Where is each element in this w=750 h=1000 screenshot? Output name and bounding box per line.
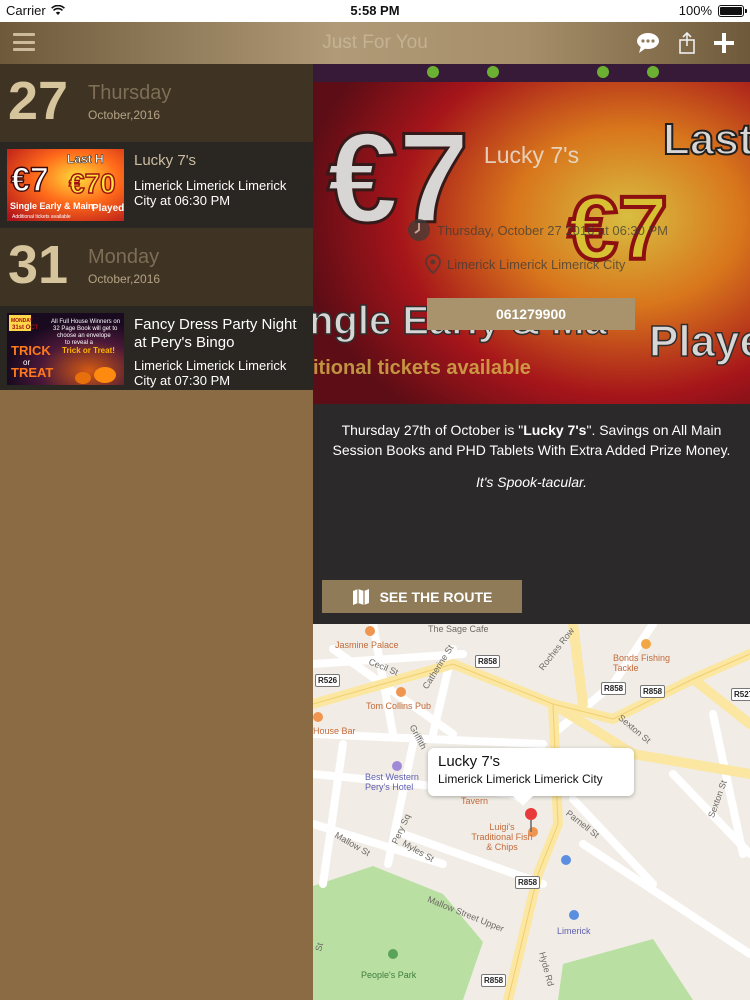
- callout-title: Lucky 7's: [438, 753, 501, 770]
- list-empty-area: [0, 390, 313, 1000]
- navigation-bar: Just For You: [0, 22, 750, 64]
- detail-datetime: Thursday, October 27 2016 at 06:30 PM: [437, 222, 669, 238]
- event-location: Limerick Limerick Limerick City at 07:30…: [134, 358, 287, 388]
- event-tagline: It's Spook-tacular.: [475, 474, 588, 490]
- event-location: Limerick Limerick Limerick City at 06:30…: [134, 178, 287, 208]
- road-shield: R858: [481, 974, 507, 987]
- map-label: House Bar: [313, 726, 356, 736]
- battery-level: [720, 6, 742, 15]
- map-icon: [352, 588, 369, 605]
- event-item[interactable]: €7 Last H €70 Single Early & Main Played…: [0, 142, 313, 228]
- road-shield: R527: [731, 688, 750, 701]
- svg-text:€70: €70: [69, 168, 116, 199]
- battery-percent: 100%: [678, 3, 712, 18]
- date-month-year: October,2016: [88, 108, 161, 122]
- svg-text:TREAT: TREAT: [11, 365, 53, 380]
- date-header: 27 Thursday October,2016: [0, 64, 313, 142]
- route-map[interactable]: The Sage Cafe Jasmine Palace Cecil St Ca…: [313, 624, 750, 1000]
- svg-text:Played: Played: [92, 203, 124, 214]
- detail-title: Lucky 7's: [483, 142, 580, 168]
- svg-text:€7: €7: [11, 161, 49, 199]
- date-day-number: 31: [8, 235, 69, 295]
- svg-text:Additional tickets available: Additional tickets available: [12, 214, 71, 220]
- map-label: Luigi's Traditional Fish & Chips: [471, 822, 533, 852]
- map-label: The Sage Cafe: [428, 624, 489, 634]
- share-icon[interactable]: [672, 28, 702, 58]
- svg-text:TRICK: TRICK: [11, 343, 51, 358]
- app: Carrier 5:58 PM 100% Just For You 27 Thu…: [0, 0, 750, 1000]
- road-shield: R858: [640, 685, 666, 698]
- svg-text:Last H: Last H: [67, 152, 104, 166]
- svg-text:31st OCT: 31st OCT: [12, 325, 39, 331]
- road-shield: R858: [601, 682, 627, 695]
- map-label: Tavern: [461, 796, 489, 806]
- chat-icon[interactable]: [633, 28, 663, 58]
- svg-text:Trick or Treat!: Trick or Treat!: [62, 346, 115, 355]
- date-weekday: Monday: [88, 246, 160, 268]
- event-banner: €7 Last €7 ngle Early & Ma Playe itional…: [313, 64, 750, 404]
- clock-icon: [408, 219, 430, 241]
- map-label: People's Park: [361, 970, 417, 980]
- event-description: Thursday 27th of October is "Lucky 7's".…: [313, 420, 750, 492]
- map-label: Tom Collins Pub: [366, 701, 432, 711]
- road-shield: R858: [515, 876, 541, 889]
- map-callout[interactable]: Lucky 7's Limerick Limerick Limerick Cit…: [428, 748, 634, 796]
- svg-text:32 Page Book will get to: 32 Page Book will get to: [53, 326, 118, 332]
- svg-text:MONDAY: MONDAY: [11, 318, 33, 324]
- see-the-route-label: SEE THE ROUTE: [379, 588, 493, 605]
- date-day-number: 27: [8, 71, 69, 131]
- battery-icon: [718, 4, 747, 17]
- call-phone-button[interactable]: 061279900: [427, 298, 635, 330]
- event-detail: €7 Last €7 ngle Early & Ma Playe itional…: [313, 64, 750, 1000]
- map-label: Best Western Pery's Hotel: [365, 772, 419, 792]
- map-label: Jasmine Palace: [335, 640, 399, 650]
- status-bar: Carrier 5:58 PM 100%: [0, 0, 750, 22]
- road-shield: R526: [315, 674, 341, 687]
- svg-text:Single Early & Main: Single Early & Main: [10, 201, 94, 211]
- see-the-route-button[interactable]: SEE THE ROUTE: [322, 580, 522, 613]
- clock: 5:58 PM: [350, 3, 400, 18]
- map-label: Limerick: [557, 926, 591, 936]
- svg-text:choose an envelope: choose an envelope: [57, 333, 111, 339]
- add-icon[interactable]: [709, 28, 739, 58]
- event-list: 27 Thursday October,2016 €7 Last H €70 S…: [0, 64, 313, 392]
- date-header: 31 Monday October,2016: [0, 228, 313, 306]
- road-shield: R858: [475, 655, 501, 668]
- map-label: Bonds Fishing Tackle: [613, 653, 671, 673]
- event-title: Lucky 7's: [134, 152, 197, 169]
- callout-subtitle: Limerick Limerick Limerick City: [438, 772, 603, 786]
- event-thumbnail: MONDAY 31st OCT All Full House Winners o…: [7, 313, 124, 385]
- description-highlight: Lucky 7's: [523, 422, 587, 438]
- event-thumbnail: €7 Last H €70 Single Early & Main Played…: [7, 149, 124, 221]
- location-pin-icon: [425, 254, 441, 274]
- date-weekday: Thursday: [88, 82, 172, 104]
- event-item[interactable]: MONDAY 31st OCT All Full House Winners o…: [0, 306, 313, 392]
- svg-text:All Full House Winners on: All Full House Winners on: [51, 319, 120, 325]
- event-title: Fancy Dress Party Night at Pery's Bingo: [134, 316, 297, 351]
- date-month-year: October,2016: [88, 272, 161, 286]
- detail-location: Limerick Limerick Limerick City: [447, 256, 626, 272]
